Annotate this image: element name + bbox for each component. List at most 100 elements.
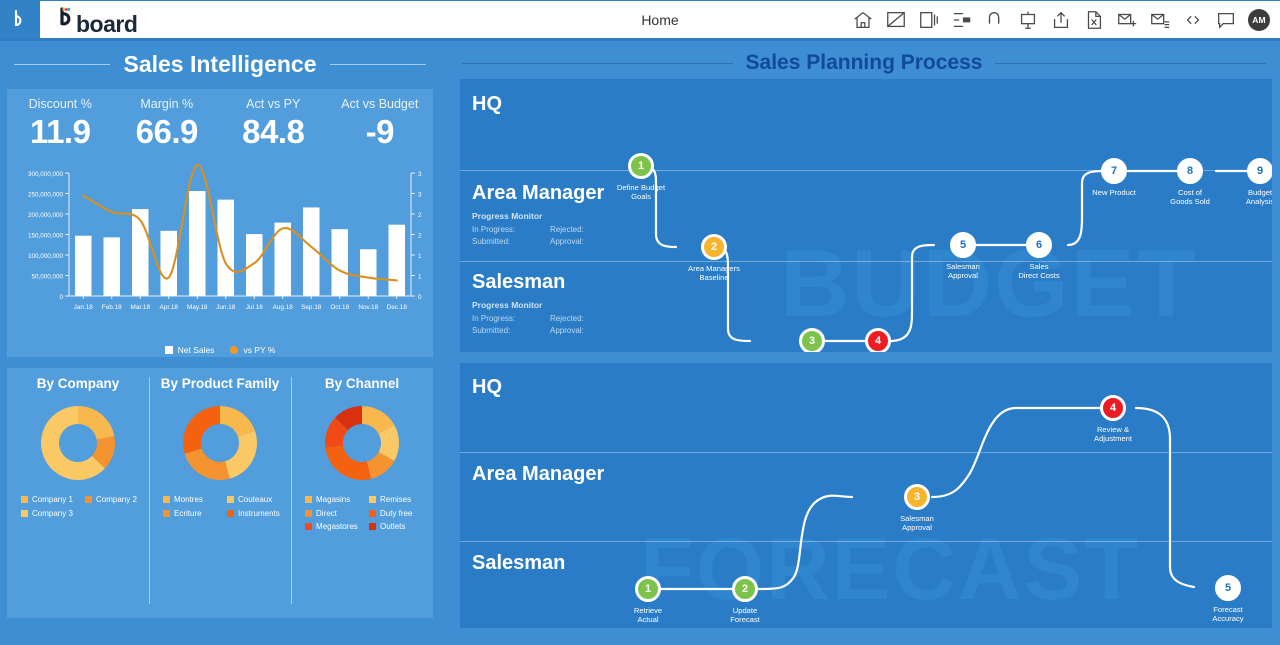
share-icon[interactable] bbox=[1050, 9, 1072, 31]
legend-swatch bbox=[163, 510, 170, 517]
donut-slice[interactable] bbox=[183, 406, 220, 454]
donut-legend-item[interactable]: Remises bbox=[369, 495, 433, 505]
svg-text:Nov.18: Nov.18 bbox=[358, 304, 378, 311]
donut-legend-item[interactable]: Outlets bbox=[369, 522, 433, 532]
donut-legend: Company 1Company 2 Company 3 bbox=[7, 487, 149, 518]
home-icon[interactable] bbox=[852, 9, 874, 31]
svg-text:250,000,000: 250,000,000 bbox=[28, 192, 64, 199]
svg-text:Jun.18: Jun.18 bbox=[216, 304, 236, 311]
svg-text:May.18: May.18 bbox=[187, 304, 208, 311]
legend-label: Ecriture bbox=[174, 509, 202, 519]
toolbar-panel: board Home AM bbox=[40, 1, 1280, 39]
donut-by-channel[interactable]: By Channel MagasinsRemisesDirectDuty fre… bbox=[291, 368, 433, 618]
process-node-8[interactable]: 8 Cost of Goods Sold bbox=[1152, 158, 1228, 207]
sales-intelligence-panel: Sales Intelligence Discount % 11.9 Margi… bbox=[0, 41, 440, 645]
kpi-label: Discount % bbox=[7, 98, 114, 111]
legend-item-net-sales[interactable]: Net Sales bbox=[165, 345, 215, 355]
legend-swatch bbox=[369, 510, 376, 517]
node-caption: Salesman Approval bbox=[879, 514, 955, 533]
donut-legend-item[interactable]: Montres bbox=[163, 495, 227, 505]
legend-label: Company 3 bbox=[32, 509, 73, 519]
mail-list-icon[interactable] bbox=[1149, 9, 1171, 31]
legend-label: Magasins bbox=[316, 495, 350, 505]
donut-legend-item[interactable]: Direct bbox=[305, 509, 369, 519]
kpi-discount[interactable]: Discount % 11.9 bbox=[7, 89, 114, 161]
legend-swatch bbox=[369, 496, 376, 503]
donut-legend-item[interactable]: Company 2 bbox=[85, 495, 149, 505]
layout-icon[interactable] bbox=[951, 9, 973, 31]
donut-slice[interactable] bbox=[225, 431, 257, 479]
forecast-node-3[interactable]: 3 Salesman Approval bbox=[879, 484, 955, 533]
svg-text:1: 1 bbox=[418, 253, 422, 260]
excel-export-icon[interactable] bbox=[1083, 9, 1105, 31]
legend-swatch bbox=[165, 346, 173, 354]
svg-text:3: 3 bbox=[418, 192, 422, 199]
net-sales-chart[interactable]: 050,000,000100,000,000150,000,000200,000… bbox=[7, 161, 433, 357]
legend-swatch bbox=[85, 496, 92, 503]
donut-legend-item[interactable]: Duty free bbox=[369, 509, 433, 519]
donut-breakdown-card: By Company Company 1Company 2Company 3 B… bbox=[7, 368, 433, 618]
donut-legend-item[interactable]: Instruments bbox=[227, 509, 291, 519]
budget-process-panel: BUDGET HQ Area Manager Salesman Progress… bbox=[460, 79, 1272, 352]
node-caption: Salesman Approval bbox=[925, 262, 1001, 281]
legend-swatch bbox=[305, 510, 312, 517]
comment-icon[interactable] bbox=[1215, 9, 1237, 31]
legend-label: Direct bbox=[316, 509, 337, 519]
process-node-4[interactable]: 4 Value Definition bbox=[840, 328, 916, 352]
svg-text:Feb.18: Feb.18 bbox=[102, 304, 122, 311]
presentation-icon[interactable] bbox=[918, 9, 940, 31]
node-caption: Cost of Goods Sold bbox=[1152, 188, 1228, 207]
kpi-label: Act vs PY bbox=[220, 98, 327, 111]
legend-item-vs-py[interactable]: vs PY % bbox=[230, 345, 275, 355]
donut-legend-item[interactable]: Company 3 bbox=[21, 509, 85, 519]
legend-swatch bbox=[227, 510, 234, 517]
mail-new-icon[interactable] bbox=[1116, 9, 1138, 31]
svg-text:Oct.18: Oct.18 bbox=[330, 304, 349, 311]
process-node-6[interactable]: 6 Sales Direct Costs bbox=[1001, 232, 1077, 281]
node-caption: Area Managers Baseline bbox=[676, 264, 752, 283]
donut-slice[interactable] bbox=[325, 445, 371, 480]
divider-left bbox=[14, 64, 110, 65]
sales-intelligence-title: Sales Intelligence bbox=[110, 51, 329, 78]
divider-right bbox=[330, 64, 426, 65]
donut-legend-item[interactable]: Megastores bbox=[305, 522, 369, 532]
legend-swatch bbox=[227, 496, 234, 503]
kpi-margin[interactable]: Margin % 66.9 bbox=[114, 89, 221, 161]
avatar[interactable]: AM bbox=[1248, 9, 1270, 31]
node-badge: 3 bbox=[799, 328, 825, 352]
process-node-9[interactable]: 9 Budget Analysis bbox=[1222, 158, 1272, 207]
donut-slice[interactable] bbox=[220, 406, 255, 437]
donut-by-product-family[interactable]: By Product Family MontresCouteauxEcritur… bbox=[149, 368, 291, 618]
donut-slice[interactable] bbox=[78, 406, 114, 439]
donut-legend: MontresCouteaux Ecriture Instruments bbox=[149, 487, 291, 518]
undo-icon[interactable] bbox=[984, 9, 1006, 31]
legend-swatch bbox=[21, 510, 28, 517]
donut-by-company[interactable]: By Company Company 1Company 2Company 3 bbox=[7, 368, 149, 618]
capture-icon[interactable] bbox=[1017, 9, 1039, 31]
forecast-node-4[interactable]: 4 Review & Adjustment bbox=[1075, 395, 1151, 444]
donut-slice[interactable] bbox=[185, 448, 230, 480]
donut-legend-item[interactable]: Couteaux bbox=[227, 495, 291, 505]
legend-label: Remises bbox=[380, 495, 411, 505]
forecast-process-panel: FORECAST HQ Area Manager Salesman 1 Retr… bbox=[460, 363, 1272, 628]
donut-legend-item[interactable]: Company 1 bbox=[21, 495, 85, 505]
screen-edit-icon[interactable] bbox=[885, 9, 907, 31]
kpi-act-vs-budget[interactable]: Act vs Budget -9 bbox=[327, 89, 434, 161]
process-node-1[interactable]: 1 Define Budget Goals bbox=[603, 153, 679, 202]
forecast-node-2[interactable]: 2 Update Forecast bbox=[707, 576, 783, 625]
kpi-act-vs-py[interactable]: Act vs PY 84.8 bbox=[220, 89, 327, 161]
node-caption: Define Budget Goals bbox=[603, 183, 679, 202]
app-menu-button[interactable] bbox=[0, 0, 40, 40]
process-node-7[interactable]: 7 New Product bbox=[1076, 158, 1152, 197]
forecast-node-5[interactable]: 5 Forecast Accuracy bbox=[1190, 575, 1266, 624]
process-node-5[interactable]: 5 Salesman Approval bbox=[925, 232, 1001, 281]
donut-legend-item[interactable]: Magasins bbox=[305, 495, 369, 505]
node-caption: Update Forecast bbox=[707, 606, 783, 625]
process-node-3[interactable]: 3 Quantity Definition bbox=[774, 328, 850, 352]
sales-intelligence-header: Sales Intelligence bbox=[0, 41, 440, 82]
donut-legend-item[interactable]: Ecriture bbox=[163, 509, 227, 519]
code-icon[interactable] bbox=[1182, 9, 1204, 31]
svg-text:1: 1 bbox=[418, 274, 422, 281]
forecast-node-1[interactable]: 1 Retrieve Actual bbox=[610, 576, 686, 625]
process-node-2[interactable]: 2 Area Managers Baseline bbox=[676, 234, 752, 283]
